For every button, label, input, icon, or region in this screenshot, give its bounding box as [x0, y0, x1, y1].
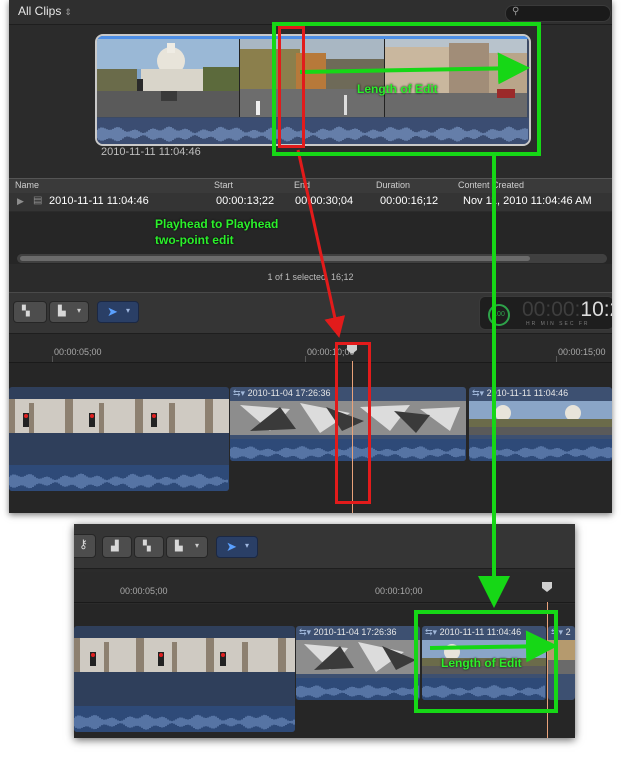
- chevron-down-icon: ▾: [195, 541, 200, 550]
- chevron-down-icon: ▾: [77, 306, 82, 315]
- timecode-display: 00:00:10:29: [522, 298, 612, 322]
- timeline-ruler[interactable]: 00:00:05;00 00:00:10;00 00:00:15;00: [9, 334, 612, 363]
- filmstrip-icon: ▤: [33, 195, 43, 206]
- updown-arrow-icon: ⇕: [64, 7, 72, 17]
- clip-thumbnails: [74, 638, 295, 672]
- append-icon: ▙: [58, 306, 66, 317]
- dashboard-timecode: 100 00:00:10:29 HR MIN SEC FR: [479, 296, 612, 330]
- playhead-edit-label-line2: two-point edit: [155, 233, 234, 247]
- ruler-timecode: 00:00:05;00: [120, 586, 168, 596]
- all-clips-menu[interactable]: All Clips ⇕: [18, 4, 72, 18]
- audio-waveform: [296, 685, 419, 699]
- column-duration[interactable]: Duration: [376, 180, 410, 190]
- audio-waveform: [469, 446, 612, 460]
- column-end[interactable]: End: [294, 180, 310, 190]
- timeline-area: ⇆▾ 2010-11-04 17:26:36 ⇆▾ 2010-11-11 11:…: [9, 361, 612, 513]
- clip-title: ⇆▾ 2010-11-04 17:26:36: [299, 627, 397, 637]
- filmstrip-frame: [97, 39, 240, 117]
- horizontal-scrollbar[interactable]: [17, 254, 607, 263]
- insert-button[interactable]: ▚: [13, 301, 47, 323]
- clip-audio: [74, 706, 295, 732]
- clip-title: ⇆▾ 2010-11-11 11:04:46: [472, 388, 569, 398]
- arrow-tool-icon: ➤: [226, 539, 237, 554]
- timeline-clip[interactable]: ⇆▾ 2010-11-11 11:04:46: [469, 387, 612, 461]
- background-tasks-dial[interactable]: 100: [488, 304, 510, 326]
- arrow-tool-icon: ➤: [107, 304, 118, 319]
- search-field[interactable]: ⚲: [505, 5, 611, 22]
- disclosure-triangle-icon[interactable]: ▶: [17, 196, 24, 207]
- list-header: Name Start End Duration Content Created: [9, 178, 612, 194]
- column-name[interactable]: Name: [15, 180, 39, 190]
- clip-audio: [296, 678, 420, 700]
- connect-icon: ▟: [111, 541, 119, 552]
- ruler-timecode: 00:00:10;00: [375, 586, 423, 596]
- timecode-bright-digits: 10:29: [580, 298, 612, 321]
- select-tool-button[interactable]: ➤ ▾: [216, 536, 258, 558]
- timecode-units: HR MIN SEC FR: [526, 321, 590, 327]
- selection-status: 1 of 1 selected, 16;12: [267, 272, 354, 282]
- list-row[interactable]: ▶ ▤ 2010-11-11 11:04:46 00:00:13;22 00:0…: [9, 193, 612, 211]
- timeline-clip[interactable]: ⇆▾ 2010-11-04 17:26:36: [296, 626, 420, 700]
- column-content-created[interactable]: Content Created: [458, 180, 524, 190]
- key-icon: ⚷: [79, 537, 88, 551]
- insert-icon: ▚: [22, 306, 30, 317]
- ruler-timecode: 00:00:05;00: [54, 347, 102, 357]
- clip-thumbnails: [9, 399, 229, 433]
- length-of-edit-label-bottom: Length of Edit: [441, 656, 522, 670]
- playhead-marker-box-top: [278, 26, 305, 148]
- append-button[interactable]: ▙ ▾: [49, 301, 89, 323]
- timeline-toolbar: ▚ ▙▾ ➤ ▾ 100 00:00:10:29 HR MIN SEC FR: [9, 292, 612, 334]
- clip-caption: 2010-11-11 11:04:46: [101, 146, 201, 158]
- row-end: 00:00:30;04: [295, 195, 354, 207]
- clip-audio: [469, 439, 612, 461]
- playhead-handle[interactable]: [542, 582, 552, 592]
- ruler-timecode: 00:00:15;00: [558, 347, 606, 357]
- clip-thumbnails: [469, 401, 612, 435]
- chevron-down-icon: ▾: [245, 541, 250, 550]
- length-of-edit-label: Length of Edit: [357, 82, 438, 96]
- timeline-ruler[interactable]: 00:00:05;00 00:00:10;00: [74, 572, 575, 603]
- insert-button[interactable]: ▚: [134, 536, 164, 558]
- search-icon: ⚲: [512, 6, 520, 17]
- row-created: Nov 11, 2010 11:04:46 AM: [463, 195, 592, 207]
- clip-audio: [9, 465, 229, 491]
- key-button[interactable]: ⚷: [74, 534, 96, 558]
- select-tool-button[interactable]: ➤ ▾: [97, 301, 139, 323]
- timeline-clip[interactable]: [74, 626, 295, 732]
- scrollbar-thumb[interactable]: [20, 256, 530, 261]
- append-icon: ▙: [175, 541, 183, 552]
- row-name: 2010-11-11 11:04:46: [49, 195, 149, 207]
- chevron-down-icon: ▾: [126, 306, 131, 315]
- playhead-edit-label-line1: Playhead to Playhead: [155, 217, 279, 231]
- column-start[interactable]: Start: [214, 180, 233, 190]
- clip-thumbnails: [296, 640, 420, 674]
- insert-icon: ▚: [143, 541, 151, 552]
- audio-waveform: [9, 473, 228, 489]
- timecode-dim-digits: 00:00:: [522, 298, 581, 321]
- timeline-clip[interactable]: [9, 387, 229, 491]
- connect-button[interactable]: ▟: [102, 536, 132, 558]
- audio-waveform: [74, 714, 295, 730]
- row-duration: 00:00:16;12: [380, 195, 439, 207]
- clip-title: ⇆▾ 2010-11-04 17:26:36: [233, 388, 331, 398]
- append-button[interactable]: ▙ ▾: [166, 536, 208, 558]
- row-start: 00:00:13;22: [216, 195, 275, 207]
- timeline-toolbar: ⚷ ▟ ▚ ▙ ▾ ➤ ▾: [74, 524, 575, 569]
- capitol-thumbnail: [97, 39, 239, 117]
- all-clips-label: All Clips: [18, 4, 62, 18]
- playhead-marker-box-bottom: [335, 342, 371, 504]
